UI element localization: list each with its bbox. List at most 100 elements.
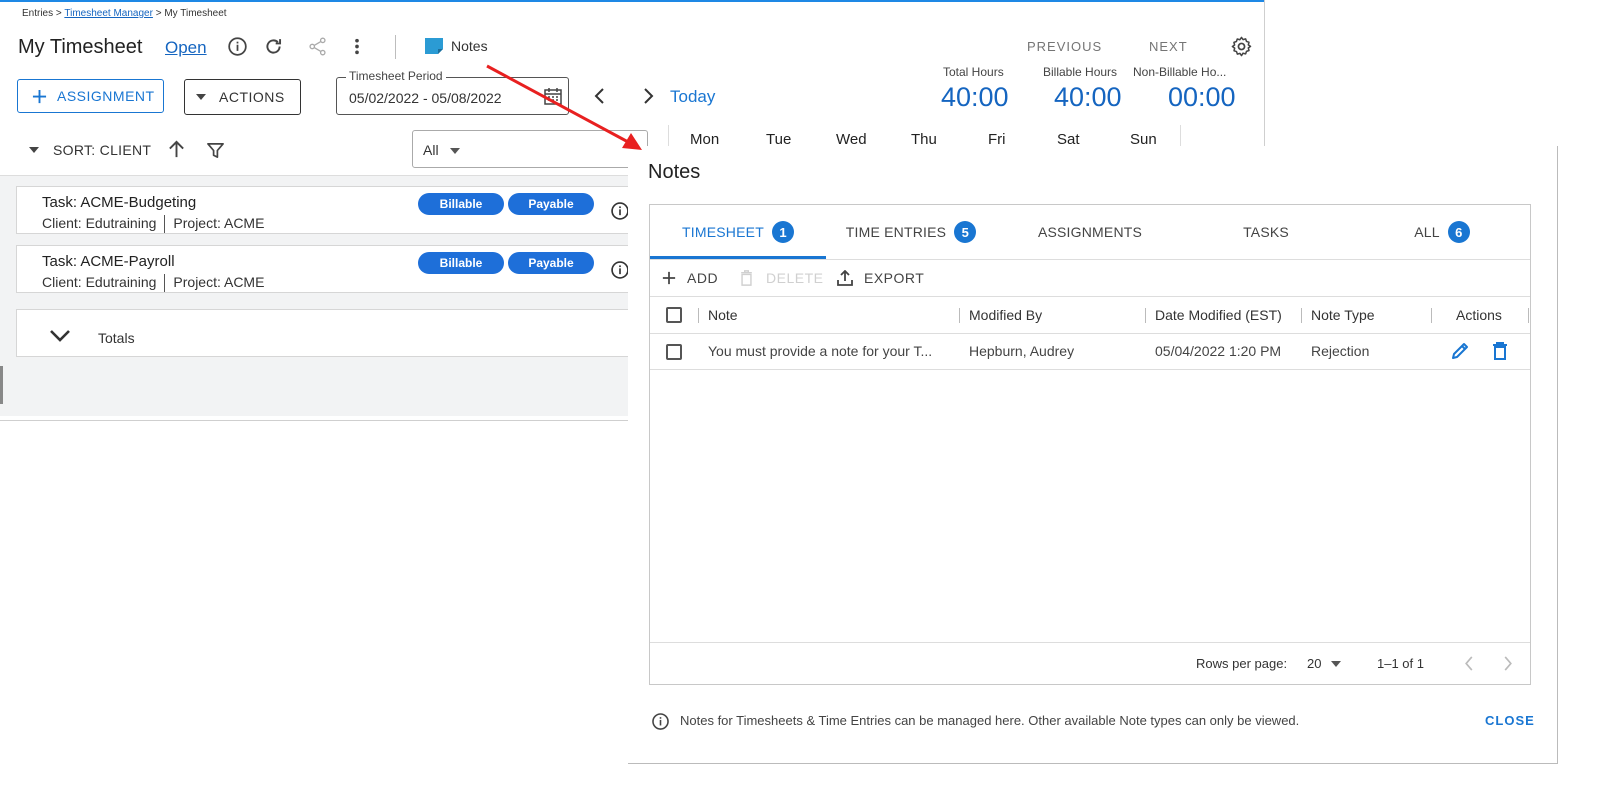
filter-select[interactable] [412,130,648,168]
task-title: Task: ACME-Payroll [42,253,175,270]
add-assignment-label: ASSIGNMENT [57,88,155,104]
breadcrumb-timesheet-manager[interactable]: Timesheet Manager [64,8,153,19]
actions-button[interactable]: ACTIONS [184,79,301,115]
chevron-right-icon[interactable] [641,88,655,104]
more-vert-icon[interactable] [347,36,367,57]
task-meta: Client: Edutraining Project: ACME [42,215,265,234]
share-icon[interactable] [307,36,328,57]
cell-note-type: Rejection [1311,343,1370,359]
info-icon [651,712,670,731]
breadcrumb: Entries > Timesheet Manager > My Timeshe… [22,8,227,19]
rows-per-page-select[interactable]: 20 [1307,656,1321,671]
column-divider [1145,308,1146,323]
delete-note-button[interactable]: DELETE [740,260,823,296]
nonbillable-hours-value: 00:00 [1168,82,1236,112]
export-label: EXPORT [864,270,925,286]
dialog-title: Notes [648,161,701,183]
delete-trash-icon[interactable] [1492,341,1508,361]
next-button[interactable]: NEXT [1149,39,1188,54]
notes-button[interactable]: Notes [451,38,488,54]
today-link[interactable]: Today [670,87,715,107]
cell-modified-by: Hepburn, Audrey [969,343,1075,359]
billable-hours-value: 40:00 [1054,82,1122,112]
task-project: Project: ACME [173,274,265,290]
previous-button[interactable]: PREVIOUS [1027,39,1102,54]
select-caret-icon [450,148,460,154]
task-info-icon[interactable] [610,260,630,280]
tab-count-badge: 6 [1447,221,1470,243]
chevron-left-icon[interactable] [593,88,607,104]
column-header-date-modified[interactable]: Date Modified (EST) [1155,307,1282,323]
tab-all[interactable]: ALL 6 [1354,205,1530,259]
calendar-icon[interactable] [544,87,562,105]
totals-row[interactable]: Totals [16,309,656,357]
add-assignment-button[interactable]: ASSIGNMENT [17,79,164,113]
actions-label: ACTIONS [219,89,285,105]
tab-label: TIMESHEET [682,224,764,240]
column-header-note[interactable]: Note [708,307,738,323]
active-tab-indicator [650,256,826,259]
refresh-icon[interactable] [263,36,284,57]
add-note-button[interactable]: ADD [662,260,718,296]
close-button[interactable]: CLOSE [1485,713,1535,728]
task-meta: Client: Edutraining Project: ACME [42,274,265,293]
scroll-marker [0,366,3,404]
task-info-icon[interactable] [610,201,630,221]
table-footer: Rows per page: 20 1–1 of 1 [650,642,1530,684]
gear-icon[interactable] [1230,35,1253,58]
breadcrumb-separator: > [55,8,62,19]
billable-hours-label: Billable Hours [1043,65,1118,79]
tab-label: ALL [1414,224,1440,240]
select-all-checkbox[interactable] [666,307,682,323]
export-button[interactable]: EXPORT [837,260,924,296]
toolbar-divider [395,35,396,59]
task-client: Client: Edutraining [42,215,157,231]
task-title: Task: ACME-Budgeting [42,194,197,211]
rows-per-page-label: Rows per page: [1196,656,1288,671]
column-divider [1528,308,1529,323]
top-accent-line [0,0,1264,2]
filter-icon[interactable] [206,141,225,160]
chevron-down-icon[interactable] [49,329,71,343]
info-icon[interactable] [227,36,248,57]
totals-label: Totals [98,330,135,346]
pagination-range: 1–1 of 1 [1377,656,1424,671]
plus-icon [32,89,47,104]
column-divider [698,308,699,323]
payable-badge: Payable [508,252,594,274]
status-link[interactable]: Open [165,38,207,58]
tab-assignments[interactable]: ASSIGNMENTS [1002,205,1178,259]
tab-count-badge: 1 [771,221,794,243]
column-header-modified-by[interactable]: Modified By [969,307,1042,323]
breadcrumb-entries[interactable]: Entries [22,8,53,19]
page-next-icon[interactable] [1503,656,1513,671]
tab-time-entries[interactable]: TIME ENTRIES 5 [826,205,996,259]
breadcrumb-current: My Timesheet [164,8,227,19]
tab-timesheet[interactable]: TIMESHEET 1 [650,205,826,259]
tab-label: TIME ENTRIES [845,224,947,240]
sort-client-button[interactable]: SORT: CLIENT [53,142,151,158]
sort-caret-icon[interactable] [29,147,39,153]
page-prev-icon[interactable] [1464,656,1474,671]
select-caret-icon [1331,661,1341,667]
tab-label: TASKS [1243,224,1289,240]
edit-pencil-icon[interactable] [1450,341,1470,361]
task-project: Project: ACME [173,215,265,231]
payable-badge: Payable [508,193,594,215]
task-row[interactable]: Task: ACME-Budgeting Client: Edutraining… [16,186,656,234]
task-row[interactable]: Task: ACME-Payroll Client: Edutraining Pr… [16,245,656,293]
notes-panel: TIMESHEET 1 TIME ENTRIES 5 ASSIGNMENTS T… [649,204,1531,685]
table-row[interactable]: You must provide a note for your T... He… [650,334,1530,370]
timesheet-period-value: 05/02/2022 - 05/08/2022 [349,90,502,106]
column-divider [1431,308,1432,323]
total-hours-label: Total Hours [943,65,1004,79]
cell-note: You must provide a note for your T... [708,343,933,359]
column-header-note-type[interactable]: Note Type [1311,307,1375,323]
tab-label: ASSIGNMENTS [1037,224,1143,240]
arrow-up-icon[interactable] [167,140,186,159]
task-client: Client: Edutraining [42,274,157,290]
tab-tasks[interactable]: TASKS [1178,205,1354,259]
row-checkbox[interactable] [666,344,682,360]
notes-info-text: Notes for Timesheets & Time Entries can … [680,713,1300,728]
note-icon[interactable] [424,37,444,55]
